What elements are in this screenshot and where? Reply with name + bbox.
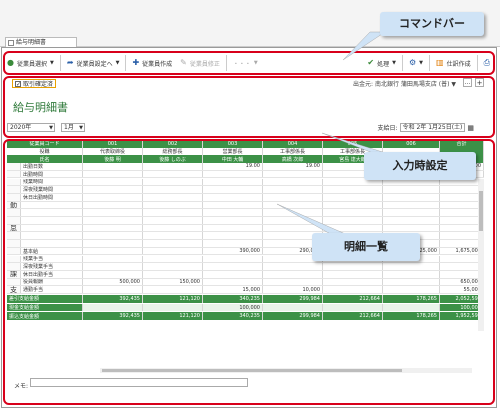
callout-pointers bbox=[276, 31, 393, 237]
command-bar-pointer bbox=[342, 31, 386, 61]
detail-list-callout: 明細一覧 bbox=[312, 233, 420, 261]
detail-list-pointer bbox=[276, 203, 351, 237]
command-bar-callout: コマンドバー bbox=[380, 12, 484, 36]
input-settings-callout: 入力時設定 bbox=[364, 152, 476, 180]
